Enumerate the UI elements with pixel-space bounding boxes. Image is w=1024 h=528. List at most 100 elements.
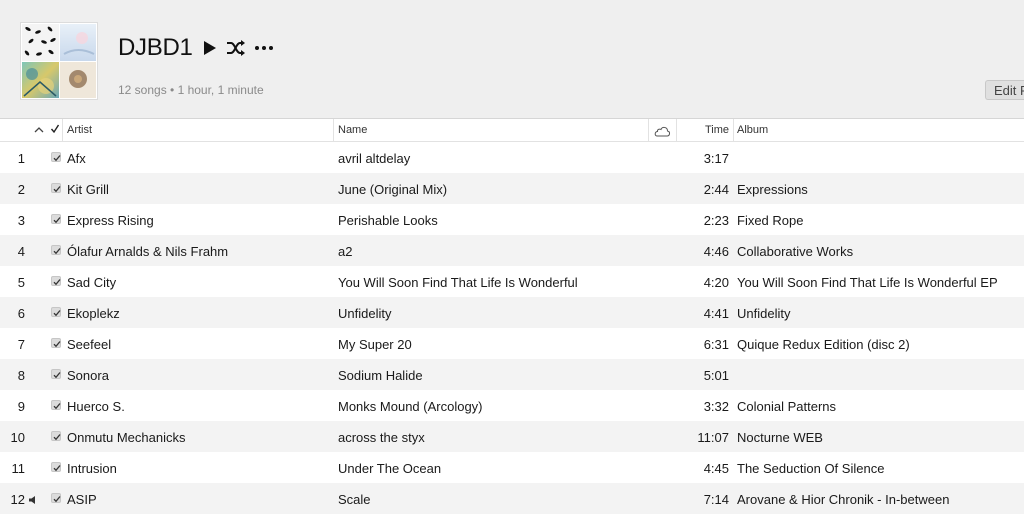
track-number: 5 bbox=[17, 275, 25, 290]
track-checkbox[interactable] bbox=[51, 431, 61, 441]
chevron-up-icon bbox=[34, 127, 44, 133]
track-checkbox[interactable] bbox=[51, 462, 61, 472]
track-checkbox[interactable] bbox=[51, 214, 61, 224]
track-time: 4:41 bbox=[703, 306, 729, 321]
checkmark-icon bbox=[53, 465, 61, 472]
track-time: 2:23 bbox=[703, 213, 729, 228]
track-number: 7 bbox=[17, 337, 25, 352]
track-row[interactable]: 9 Huerco S. Monks Mound (Arcology) 3:32 Colo… bbox=[0, 390, 1024, 421]
column-header-cloud[interactable] bbox=[652, 124, 672, 138]
ellipsis-icon bbox=[255, 46, 273, 50]
track-name: You Will Soon Find That Life Is Wonderfu… bbox=[338, 275, 578, 290]
column-divider[interactable] bbox=[62, 119, 63, 142]
track-artist: Ekoplekz bbox=[67, 306, 120, 321]
cloud-icon bbox=[654, 126, 670, 137]
speaker-icon bbox=[28, 493, 38, 504]
track-artist: Ólafur Arnalds & Nils Frahm bbox=[67, 244, 229, 259]
track-album: Nocturne WEB bbox=[737, 430, 823, 445]
track-time: 7:14 bbox=[703, 492, 729, 507]
column-header-album[interactable]: Album bbox=[737, 124, 768, 136]
checkmark-icon bbox=[53, 310, 61, 317]
track-number: 3 bbox=[17, 213, 25, 228]
track-row[interactable]: 10 Onmutu Mechanicks across the styx 11:07 N… bbox=[0, 421, 1024, 452]
checkmark-icon bbox=[53, 186, 61, 193]
track-number: 10 bbox=[10, 430, 25, 445]
edit-playlist-button[interactable]: Edit Playlist bbox=[985, 80, 1024, 100]
track-album: Expressions bbox=[737, 182, 808, 197]
track-checkbox[interactable] bbox=[51, 493, 61, 503]
column-header-time[interactable]: Time bbox=[676, 124, 729, 136]
column-header-artist[interactable]: Artist bbox=[67, 124, 92, 136]
track-time: 6:31 bbox=[703, 337, 729, 352]
track-row[interactable]: 3 Express Rising Perishable Looks 2:23 Fixed… bbox=[0, 204, 1024, 235]
track-artist: Huerco S. bbox=[67, 399, 125, 414]
track-name: Unfidelity bbox=[338, 306, 392, 321]
artwork-tile-3 bbox=[22, 61, 59, 98]
track-name: My Super 20 bbox=[338, 337, 412, 352]
track-row[interactable]: 6 Ekoplekz Unfidelity 4:41 Unfidelity bbox=[0, 297, 1024, 328]
track-row[interactable]: 2 Kit Grill June (Original Mix) 2:44 Express… bbox=[0, 173, 1024, 204]
track-artist: Seefeel bbox=[67, 337, 112, 352]
more-options-button[interactable] bbox=[254, 40, 274, 56]
column-divider[interactable] bbox=[333, 119, 334, 142]
checkmark-icon bbox=[53, 372, 61, 379]
track-row[interactable]: 4 Ólafur Arnalds & Nils Frahm a2 4:46 Collab… bbox=[0, 235, 1024, 266]
track-name: Sodium Halide bbox=[338, 368, 423, 383]
track-name: Monks Mound (Arcology) bbox=[338, 399, 483, 414]
checkmark-icon bbox=[53, 217, 61, 224]
track-checkbox[interactable] bbox=[51, 400, 61, 410]
track-checkbox[interactable] bbox=[51, 276, 61, 286]
track-checkbox[interactable] bbox=[51, 369, 61, 379]
column-divider[interactable] bbox=[648, 119, 649, 142]
track-row[interactable]: 1 Afx avril altdelay 3:17 bbox=[0, 142, 1024, 173]
track-checkbox[interactable] bbox=[51, 338, 61, 348]
checkmark-icon bbox=[50, 124, 60, 134]
track-artist: Afx bbox=[67, 151, 86, 166]
track-name: Under The Ocean bbox=[338, 461, 442, 476]
track-row[interactable]: 8 Sonora Sodium Halide 5:01 bbox=[0, 359, 1024, 390]
track-number: 2 bbox=[17, 182, 25, 197]
column-divider[interactable] bbox=[733, 119, 734, 142]
artwork-tile-4 bbox=[59, 61, 96, 98]
track-artist: Intrusion bbox=[67, 461, 117, 476]
track-album: Arovane & Hior Chronik - In-between bbox=[737, 492, 950, 507]
track-name: Scale bbox=[338, 492, 371, 507]
track-time: 2:44 bbox=[703, 182, 729, 197]
track-row[interactable]: 5 Sad City You Will Soon Find That Life Is… bbox=[0, 266, 1024, 297]
track-number: 1 bbox=[17, 151, 25, 166]
track-artist: ASIP bbox=[67, 492, 97, 507]
track-number: 6 bbox=[17, 306, 25, 321]
checkmark-icon bbox=[53, 155, 61, 162]
track-checkbox[interactable] bbox=[51, 152, 61, 162]
track-checkbox[interactable] bbox=[51, 307, 61, 317]
track-album: The Seduction Of Silence bbox=[737, 461, 885, 476]
shuffle-button[interactable] bbox=[226, 39, 246, 57]
track-album: Collaborative Works bbox=[737, 244, 854, 259]
track-name: across the styx bbox=[338, 430, 425, 445]
artwork-tile-2 bbox=[59, 24, 96, 61]
track-name: Perishable Looks bbox=[338, 213, 438, 228]
checkmark-icon bbox=[53, 496, 61, 503]
track-time: 11:07 bbox=[697, 430, 729, 445]
track-row[interactable]: 12 ASIP Scale 7:14 Arovane & Hior Chronik - … bbox=[0, 483, 1024, 514]
playlist-artwork[interactable] bbox=[20, 22, 98, 100]
track-row[interactable]: 7 Seefeel My Super 20 6:31 Quique Redux Edit… bbox=[0, 328, 1024, 359]
track-number: 9 bbox=[17, 399, 25, 414]
playlist-summary: 12 songs • 1 hour, 1 minute bbox=[118, 83, 264, 97]
track-row[interactable]: 11 Intrusion Under The Ocean 4:45 The Seduct… bbox=[0, 452, 1024, 483]
track-checkbox[interactable] bbox=[51, 245, 61, 255]
track-number: 8 bbox=[17, 368, 25, 383]
track-checkbox[interactable] bbox=[51, 183, 61, 193]
checkmark-icon bbox=[53, 434, 61, 441]
column-header-name[interactable]: Name bbox=[338, 124, 367, 136]
play-button[interactable] bbox=[203, 40, 217, 56]
track-number: 11 bbox=[11, 461, 26, 476]
track-artist: Onmutu Mechanicks bbox=[67, 430, 186, 445]
track-number: 4 bbox=[17, 244, 25, 259]
track-number: 12 bbox=[10, 492, 25, 507]
sort-order-toggle[interactable] bbox=[34, 125, 44, 133]
track-artist: Sonora bbox=[67, 368, 109, 383]
shuffle-icon bbox=[227, 40, 245, 56]
check-column-header[interactable] bbox=[50, 123, 60, 137]
checkmark-icon bbox=[53, 248, 61, 255]
